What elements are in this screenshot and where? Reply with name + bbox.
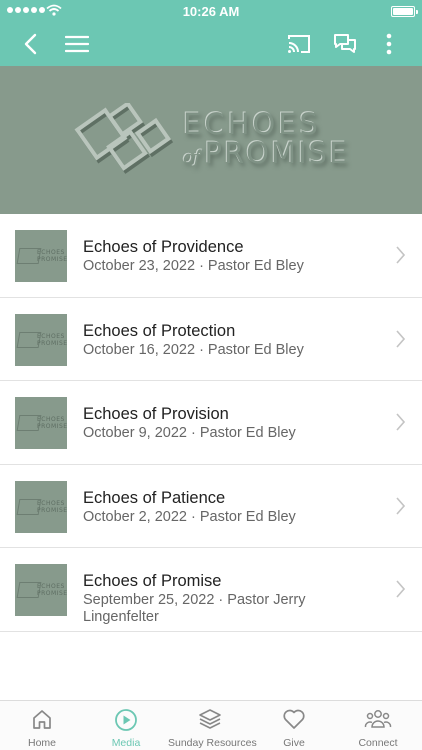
chevron-right-icon	[396, 413, 405, 431]
list-item[interactable]: ECHOES PROMISE Echoes of Provision Octobe…	[0, 381, 422, 465]
sermon-subtitle: October 9, 2022 · Pastor Ed Bley	[83, 425, 296, 441]
banner-title: ECHOES of PROMISE	[183, 110, 349, 172]
tab-label: Sunday Resources	[168, 737, 257, 749]
chevron-right-icon	[396, 246, 405, 264]
sermon-thumbnail: ECHOES PROMISE	[15, 397, 67, 449]
chevron-right-icon	[396, 329, 405, 348]
home-icon	[33, 710, 51, 729]
menu-icon[interactable]	[61, 28, 93, 60]
sermon-thumbnail: ECHOES PROMISE	[15, 313, 67, 366]
tab-label: Media	[111, 737, 141, 749]
tab-home[interactable]: Home	[0, 701, 84, 750]
list-item[interactable]: ECHOES PROMISE Echoes of Protection Octob…	[0, 298, 422, 381]
chat-icon[interactable]	[329, 28, 361, 60]
heart-icon	[283, 709, 305, 729]
sermon-title: Echoes of Patience	[83, 488, 226, 507]
sermon-subtitle: October 2, 2022 · Pastor Ed Bley	[83, 508, 296, 525]
sermon-title: Echoes of Protection	[83, 321, 236, 340]
top-bar	[0, 22, 422, 66]
list-item[interactable]: ECHOES PROMISE Echoes of Providence Octob…	[0, 214, 422, 298]
cast-icon[interactable]	[283, 28, 315, 60]
play-circle-icon	[115, 709, 137, 731]
chevron-right-icon	[396, 580, 405, 598]
series-banner: ECHOES of PROMISE	[0, 66, 422, 214]
chevron-right-icon	[396, 496, 405, 515]
tab-media[interactable]: Media	[84, 701, 168, 750]
sermon-subtitle: September 25, 2022 · Pastor Jerry Lingen…	[83, 592, 306, 625]
people-icon	[364, 710, 392, 728]
sermon-thumbnail: ECHOES PROMISE	[15, 564, 67, 616]
sermon-subtitle: October 23, 2022 · Pastor Ed Bley	[83, 258, 304, 274]
battery-icon	[391, 6, 418, 17]
sermon-title: Echoes of Provision	[83, 405, 229, 423]
tab-label: Give	[283, 737, 305, 749]
back-icon[interactable]	[15, 28, 47, 60]
sermon-thumbnail: ECHOES PROMISE	[15, 230, 67, 282]
tab-label: Connect	[358, 737, 398, 749]
status-time: 10:26 AM	[182, 4, 240, 19]
echoes-logo-mark	[74, 103, 174, 174]
banner-title-of: of	[183, 147, 201, 168]
list-item[interactable]: ECHOES PROMISE Echoes of Patience October…	[0, 465, 422, 548]
status-bar: 10:26 AM	[0, 0, 422, 22]
tab-sunday-resources[interactable]: Sunday Resources	[168, 701, 257, 750]
more-vertical-icon[interactable]	[373, 28, 405, 60]
tab-label: Home	[27, 737, 56, 749]
sermon-title: Echoes of Promise	[83, 572, 222, 590]
sermon-subtitle: October 16, 2022 · Pastor Ed Bley	[83, 341, 304, 358]
sermon-title: Echoes of Providence	[83, 238, 244, 256]
tab-connect[interactable]: Connect	[336, 701, 420, 750]
banner-title-line2: PROMISE	[204, 136, 350, 170]
tab-bar: Home Media Sunday Resources Give Connect	[0, 700, 422, 750]
sermon-list: ECHOES PROMISE Echoes of Providence Octob…	[0, 214, 422, 632]
tab-give[interactable]: Give	[252, 701, 336, 750]
sermon-thumbnail: ECHOES PROMISE	[15, 480, 67, 533]
layers-icon	[199, 709, 221, 729]
list-item[interactable]: ECHOES PROMISE Echoes of Promise Septembe…	[0, 548, 422, 632]
